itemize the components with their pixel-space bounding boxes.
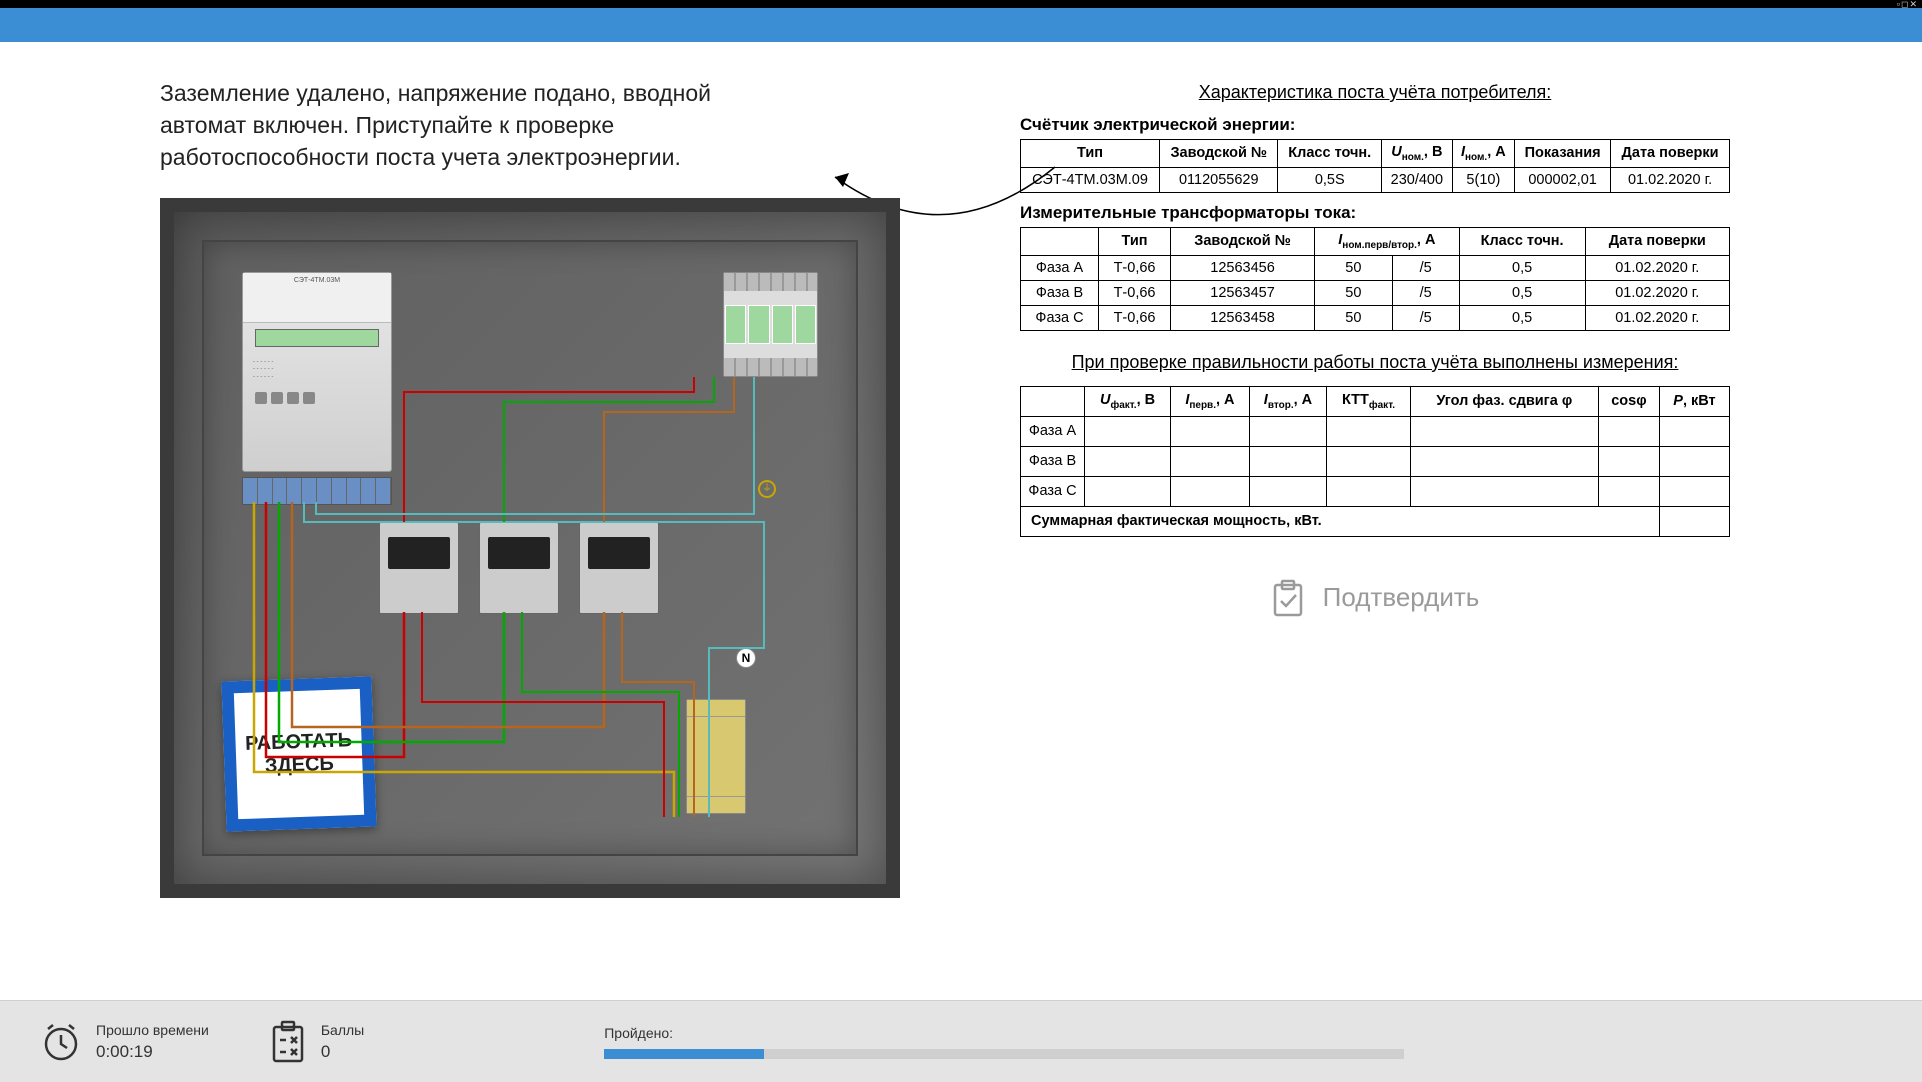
energy-meter[interactable]: СЭТ-4ТМ.03М - - - - - -- - - - - -- - - …	[242, 272, 392, 472]
measurements-table: Uфакт., В Iперв., А Iвтор., А КТТфакт. У…	[1020, 386, 1730, 537]
score-label: Баллы	[321, 1022, 364, 1038]
clock-icon	[40, 1021, 82, 1063]
measurements-title: При проверке правильности работы поста у…	[1020, 349, 1730, 376]
data-sheet: Характеристика поста учёта потребителя: …	[1020, 77, 1730, 1000]
ct-table: Тип Заводской № Iном.перв/втор., А Класс…	[1020, 227, 1730, 331]
ground-icon: ⏚	[758, 480, 776, 498]
progress-bar	[604, 1049, 1404, 1059]
main-breaker[interactable]	[723, 272, 818, 377]
neutral-icon: N	[736, 648, 756, 668]
terminal-block[interactable]	[242, 477, 392, 505]
confirm-button[interactable]: Подтвердить	[1020, 579, 1730, 617]
work-here-sign[interactable]: РАБОТАТЬ ЗДЕСЬ	[221, 676, 376, 831]
progress-label: Пройдено:	[604, 1025, 1404, 1041]
output-breaker[interactable]	[686, 699, 746, 814]
doc-title: Характеристика поста учёта потребителя:	[1020, 82, 1730, 103]
electrical-cabinet[interactable]: СЭТ-4ТМ.03М - - - - - -- - - - - -- - - …	[160, 198, 900, 898]
current-transformer-a[interactable]	[379, 522, 459, 614]
time-label: Прошло времени	[96, 1022, 209, 1038]
instruction-text: Заземление удалено, напряжение подано, в…	[160, 77, 780, 174]
window-controls[interactable]: ▫◻✕	[1897, 0, 1918, 10]
status-footer: Прошло времени 0:00:19 Баллы 0 Пройдено:	[0, 1000, 1922, 1082]
meter-section-title: Счётчик электрической энергии:	[1020, 115, 1730, 135]
score-value: 0	[321, 1042, 364, 1062]
current-transformer-c[interactable]	[579, 522, 659, 614]
ct-section-title: Измерительные трансформаторы тока:	[1020, 203, 1730, 223]
score-icon	[269, 1020, 307, 1064]
meter-table: Тип Заводской № Класс точн. Uном., В Iно…	[1020, 139, 1730, 193]
app-header-bar	[0, 8, 1922, 42]
current-transformer-b[interactable]	[479, 522, 559, 614]
clipboard-check-icon	[1271, 579, 1305, 617]
time-value: 0:00:19	[96, 1042, 209, 1062]
